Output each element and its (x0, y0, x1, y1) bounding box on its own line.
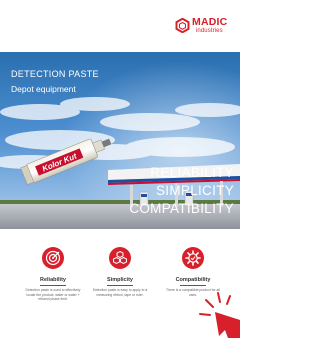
feature-divider (40, 285, 66, 286)
brand-name: MADIC (192, 16, 228, 28)
feature-name: Reliability (40, 277, 66, 283)
hero-image: Kolor Kut DETECTION PASTE Depot equipmen… (0, 52, 240, 229)
gear-icon (182, 247, 204, 269)
hero-subtitle: Depot equipment (11, 84, 76, 94)
feature-description: Detection paste is easy to apply to a me… (92, 288, 148, 297)
feature-simplicity: Simplicity Detection paste is easy to ap… (88, 247, 152, 297)
corner-arrow-icon (199, 292, 240, 338)
cubes-icon (109, 247, 131, 269)
tagline-reliability: RELIABILITY (150, 165, 234, 180)
brochure-cover: MADIC industries Kolor Kut DETECTION PAS… (0, 0, 240, 338)
feature-name: Compatibility (175, 277, 211, 283)
hero-title: DETECTION PASTE (11, 69, 99, 79)
tagline-simplicity: SIMPLICITY (155, 183, 234, 198)
feature-description: Detection paste is used to effectively l… (25, 288, 81, 301)
feature-name: Simplicity (107, 277, 133, 283)
madic-logo: MADIC industries (175, 16, 235, 38)
brand-sub: industries (196, 28, 223, 34)
tagline-compatibility: COMPATIBILITY (129, 201, 234, 216)
target-icon (42, 247, 64, 269)
feature-reliability: Reliability Detection paste is used to e… (21, 247, 85, 302)
madic-hexagon-icon (175, 18, 190, 33)
feature-divider (180, 285, 206, 286)
feature-divider (107, 285, 133, 286)
